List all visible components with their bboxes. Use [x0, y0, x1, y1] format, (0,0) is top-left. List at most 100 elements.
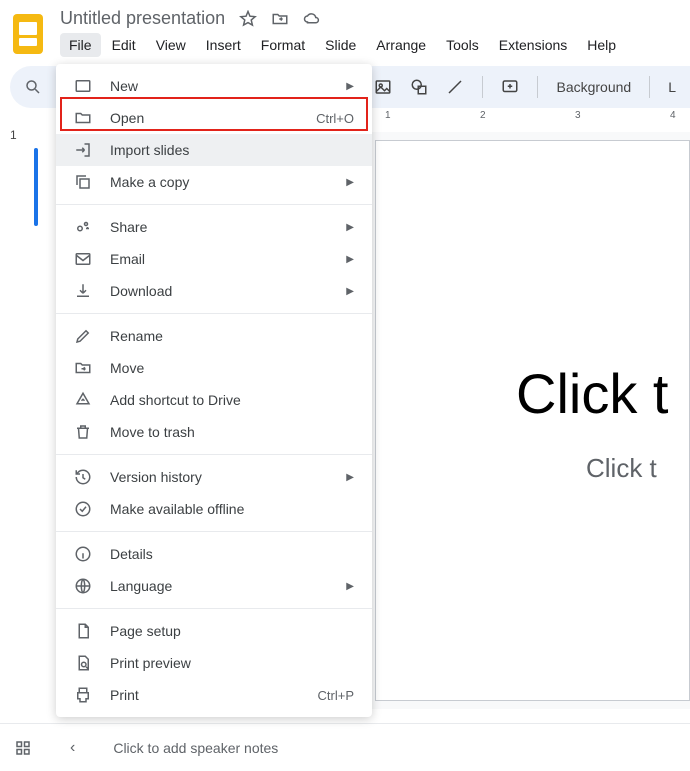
- menu-item-print-preview[interactable]: Print preview: [56, 647, 372, 679]
- page-setup-icon: [74, 622, 92, 640]
- menu-item-trash[interactable]: Move to trash: [56, 416, 372, 448]
- menu-item-download[interactable]: Download ▶: [56, 275, 372, 307]
- ruler-tick-label: 4: [670, 110, 676, 121]
- shape-icon[interactable]: [410, 78, 428, 96]
- history-icon: [74, 468, 92, 486]
- menu-separator: [56, 313, 372, 314]
- menu-item-open[interactable]: Open Ctrl+O: [56, 102, 372, 134]
- layout-button[interactable]: L: [668, 79, 676, 95]
- menu-format[interactable]: Format: [252, 33, 314, 57]
- info-icon: [74, 545, 92, 563]
- menu-item-label: Version history: [110, 469, 346, 485]
- menu-edit[interactable]: Edit: [103, 33, 145, 57]
- menu-item-label: Print preview: [110, 655, 354, 671]
- menu-item-label: Make available offline: [110, 501, 354, 517]
- menu-item-add-shortcut[interactable]: Add shortcut to Drive: [56, 384, 372, 416]
- menu-item-make-copy[interactable]: Make a copy ▶: [56, 166, 372, 198]
- submenu-arrow-icon: ▶: [346, 581, 354, 592]
- line-icon[interactable]: [446, 78, 464, 96]
- menu-item-language[interactable]: Language ▶: [56, 570, 372, 602]
- submenu-arrow-icon: ▶: [346, 286, 354, 297]
- slide-canvas[interactable]: Click t Click t: [375, 140, 690, 701]
- cloud-icon[interactable]: [303, 10, 321, 28]
- menu-item-label: Make a copy: [110, 174, 346, 190]
- toolbar-separator: [537, 76, 538, 98]
- menu-item-print[interactable]: Print Ctrl+P: [56, 679, 372, 711]
- menu-item-label: Open: [110, 110, 316, 126]
- menu-item-label: Download: [110, 283, 346, 299]
- menu-item-label: Import slides: [110, 142, 354, 158]
- globe-icon: [74, 577, 92, 595]
- grid-view-icon[interactable]: [14, 739, 32, 757]
- menu-item-page-setup[interactable]: Page setup: [56, 615, 372, 647]
- menu-item-label: Details: [110, 546, 354, 562]
- menu-item-share[interactable]: Share ▶: [56, 211, 372, 243]
- menu-item-label: Move to trash: [110, 424, 354, 440]
- menu-extensions[interactable]: Extensions: [490, 33, 576, 57]
- slide-subtitle-placeholder[interactable]: Click t: [586, 453, 657, 484]
- menubar: File Edit View Insert Format Slide Arran…: [60, 33, 690, 57]
- menu-item-label: Rename: [110, 328, 354, 344]
- ruler-tick-label: 1: [385, 110, 391, 121]
- menu-arrange[interactable]: Arrange: [367, 33, 435, 57]
- slide-thumbnails: 1: [10, 126, 50, 226]
- menu-item-version-history[interactable]: Version history ▶: [56, 461, 372, 493]
- ruler-tick-label: 3: [575, 110, 581, 121]
- search-icon[interactable]: [24, 78, 42, 96]
- menu-insert[interactable]: Insert: [197, 33, 250, 57]
- download-icon: [74, 282, 92, 300]
- app-logo[interactable]: [10, 12, 46, 56]
- email-icon: [74, 250, 92, 268]
- file-menu-dropdown: New ▶ Open Ctrl+O Import slides Make a c…: [56, 64, 372, 717]
- menu-slide[interactable]: Slide: [316, 33, 365, 57]
- menu-item-rename[interactable]: Rename: [56, 320, 372, 352]
- menu-shortcut: Ctrl+P: [318, 688, 354, 703]
- submenu-arrow-icon: ▶: [346, 254, 354, 265]
- background-button[interactable]: Background: [556, 79, 631, 95]
- menu-item-label: Move: [110, 360, 354, 376]
- menu-separator: [56, 608, 372, 609]
- toolbar-separator: [649, 76, 650, 98]
- copy-icon: [74, 173, 92, 191]
- menu-item-label: Share: [110, 219, 346, 235]
- menu-help[interactable]: Help: [578, 33, 625, 57]
- horizontal-ruler: 1 2 3 4: [375, 110, 690, 132]
- submenu-arrow-icon: ▶: [346, 177, 354, 188]
- star-icon[interactable]: [239, 10, 257, 28]
- chevron-left-icon[interactable]: ‹: [70, 739, 75, 757]
- doc-title[interactable]: Untitled presentation: [60, 8, 225, 29]
- menu-file[interactable]: File: [60, 33, 101, 57]
- menu-item-move[interactable]: Move: [56, 352, 372, 384]
- menu-item-import-slides[interactable]: Import slides: [56, 134, 372, 166]
- menu-tools[interactable]: Tools: [437, 33, 488, 57]
- move-icon: [74, 359, 92, 377]
- menu-shortcut: Ctrl+O: [316, 111, 354, 126]
- menu-separator: [56, 531, 372, 532]
- menu-item-new[interactable]: New ▶: [56, 70, 372, 102]
- footer-bar: ‹ Click to add speaker notes: [0, 723, 690, 771]
- ruler-tick-label: 2: [480, 110, 486, 121]
- print-icon: [74, 686, 92, 704]
- new-slide-icon: [74, 77, 92, 95]
- toolbar-separator: [482, 76, 483, 98]
- menu-item-details[interactable]: Details: [56, 538, 372, 570]
- menu-item-offline[interactable]: Make available offline: [56, 493, 372, 525]
- menu-item-label: Page setup: [110, 623, 354, 639]
- header-bar: Untitled presentation File Edit View Ins…: [0, 0, 690, 57]
- speaker-notes-placeholder[interactable]: Click to add speaker notes: [113, 740, 278, 756]
- submenu-arrow-icon: ▶: [346, 472, 354, 483]
- comment-icon[interactable]: [501, 78, 519, 96]
- trash-icon: [74, 423, 92, 441]
- pencil-icon: [74, 327, 92, 345]
- menu-item-label: Email: [110, 251, 346, 267]
- move-folder-icon[interactable]: [271, 10, 289, 28]
- drive-shortcut-icon: [74, 391, 92, 409]
- menu-separator: [56, 204, 372, 205]
- menu-item-email[interactable]: Email ▶: [56, 243, 372, 275]
- image-icon[interactable]: [374, 78, 392, 96]
- offline-icon: [74, 500, 92, 518]
- menu-view[interactable]: View: [147, 33, 195, 57]
- menu-item-label: Language: [110, 578, 346, 594]
- slide-title-placeholder[interactable]: Click t: [516, 361, 668, 426]
- slide-thumbnail[interactable]: [34, 148, 38, 226]
